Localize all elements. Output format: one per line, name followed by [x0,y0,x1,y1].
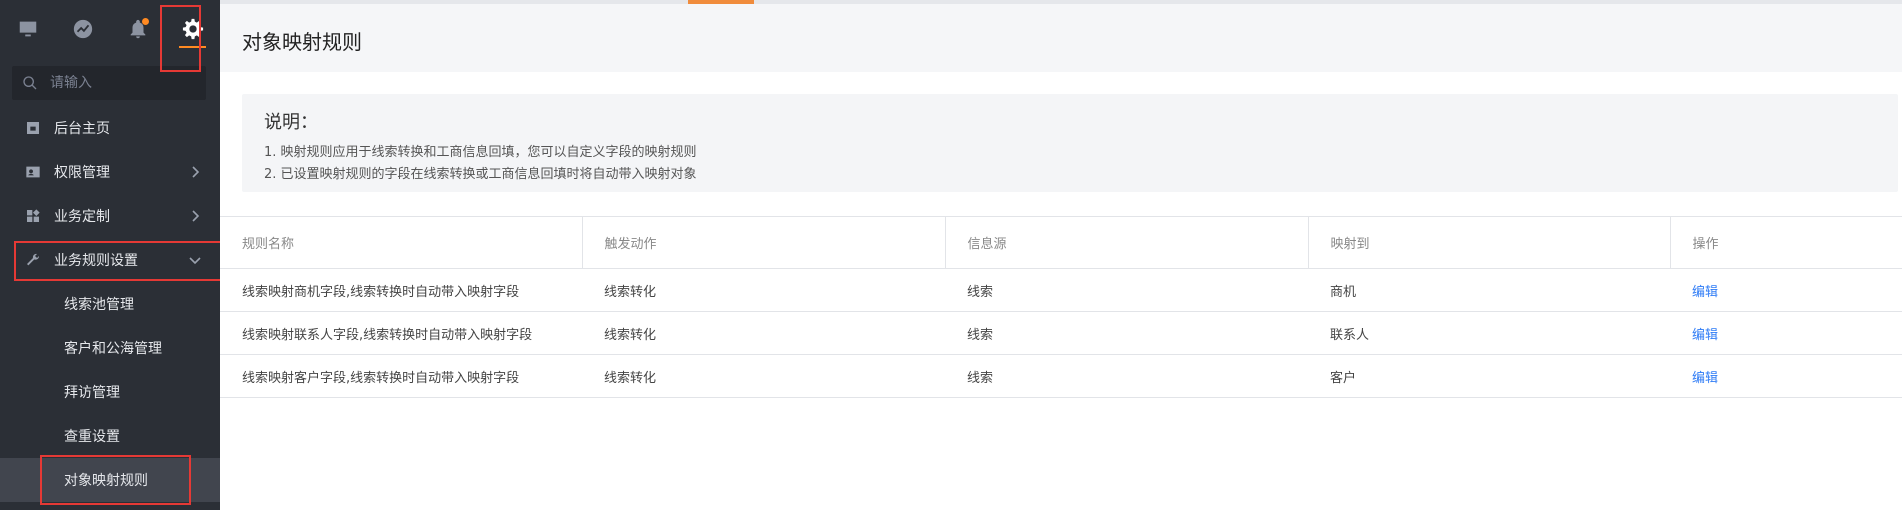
trigger-action: 线索转化 [582,354,945,398]
info-title: 说明： [264,112,318,133]
column-header: 规则名称 [220,216,583,269]
sidebar-item-permissions[interactable]: 权限管理 [0,150,220,194]
active-tab-indicator [179,46,206,48]
column-header: 信息源 [945,216,1309,269]
sidebar-search[interactable] [12,66,206,100]
wrench-icon [24,251,42,269]
rule-name: 线索映射客户字段,线索转换时自动带入映射字段 [220,354,582,398]
sidebar: 后台主页 权限管理 业务定制 业务规则设置 线索池管理 客户和公海管理 拜访管理… [0,0,220,510]
table-header-row: 规则名称 触发动作 信息源 映射到 操作 [220,216,1902,269]
widgets-icon [24,207,42,225]
source: 线索 [945,311,1308,355]
monitor-icon[interactable] [0,0,55,58]
sidebar-item-label: 后台主页 [54,121,110,137]
mapped-to: 商机 [1308,268,1670,312]
trigger-action: 线索转化 [582,268,945,312]
sidebar-item-home[interactable]: 后台主页 [0,106,220,150]
sidebar-subitem-customer-sea[interactable]: 客户和公海管理 [0,326,220,370]
edit-link[interactable]: 编辑 [1692,328,1718,343]
id-card-icon [24,163,42,181]
dashboard-icon[interactable] [55,0,110,58]
mapped-to: 客户 [1308,354,1670,398]
sidebar-item-business-rules[interactable]: 业务规则设置 [0,238,220,282]
column-header: 触发动作 [582,216,946,269]
chevron-down-icon [188,253,202,267]
info-line: 1. 映射规则应用于线索转换和工商信息回填，您可以自定义字段的映射规则 [264,145,697,160]
search-input[interactable] [50,75,190,91]
edit-link[interactable]: 编辑 [1692,371,1718,386]
edit-link[interactable]: 编辑 [1692,285,1718,300]
trigger-action: 线索转化 [582,311,945,355]
notification-dot [142,18,149,25]
info-panel: 说明： 1. 映射规则应用于线索转换和工商信息回填，您可以自定义字段的映射规则 … [242,94,1898,192]
table-row: 线索映射客户字段,线索转换时自动带入映射字段 线索转化 线索 客户 编辑 [220,354,1902,398]
table-row: 线索映射联系人字段,线索转换时自动带入映射字段 线索转化 线索 联系人 编辑 [220,311,1902,355]
rule-name: 线索映射联系人字段,线索转换时自动带入映射字段 [220,311,582,355]
page-header: 对象映射规则 [220,0,1902,72]
main-content: 对象映射规则 说明： 1. 映射规则应用于线索转换和工商信息回填，您可以自定义字… [220,0,1902,510]
home-icon [24,119,42,137]
actions-cell: 编辑 [1670,311,1902,355]
gear-icon[interactable] [165,0,220,58]
top-tab-indicator [688,0,754,4]
chevron-right-icon [188,209,202,223]
sidebar-subitem-object-mapping[interactable]: 对象映射规则 [0,458,220,502]
info-line: 2. 已设置映射规则的字段在线索转换或工商信息回填时将自动带入映射对象 [264,167,697,182]
rule-name: 线索映射商机字段,线索转换时自动带入映射字段 [220,268,582,312]
actions-cell: 编辑 [1670,268,1902,312]
column-header: 操作 [1670,216,1902,269]
bell-icon[interactable] [110,0,165,58]
chevron-right-icon [188,165,202,179]
mapped-to: 联系人 [1308,311,1670,355]
sidebar-item-label: 业务定制 [54,209,110,225]
sidebar-item-label: 权限管理 [54,165,110,181]
table-row: 线索映射商机字段,线索转换时自动带入映射字段 线索转化 线索 商机 编辑 [220,268,1902,312]
source: 线索 [945,354,1308,398]
sidebar-subitem-visit[interactable]: 拜访管理 [0,370,220,414]
source: 线索 [945,268,1308,312]
mapping-rules-table: 规则名称 触发动作 信息源 映射到 操作 线索映射商机字段,线索转换时自动带入映… [220,216,1902,398]
column-header: 映射到 [1308,216,1671,269]
search-icon [23,76,37,90]
sidebar-subitem-lead-pool[interactable]: 线索池管理 [0,282,220,326]
sidebar-subitem-dedupe[interactable]: 查重设置 [0,414,220,458]
sidebar-top-icons [0,0,220,58]
sidebar-item-business-custom[interactable]: 业务定制 [0,194,220,238]
sidebar-item-label: 业务规则设置 [54,253,138,269]
page-title: 对象映射规则 [242,30,362,54]
sidebar-menu: 后台主页 权限管理 业务定制 业务规则设置 线索池管理 客户和公海管理 拜访管理… [0,106,220,502]
actions-cell: 编辑 [1670,354,1902,398]
